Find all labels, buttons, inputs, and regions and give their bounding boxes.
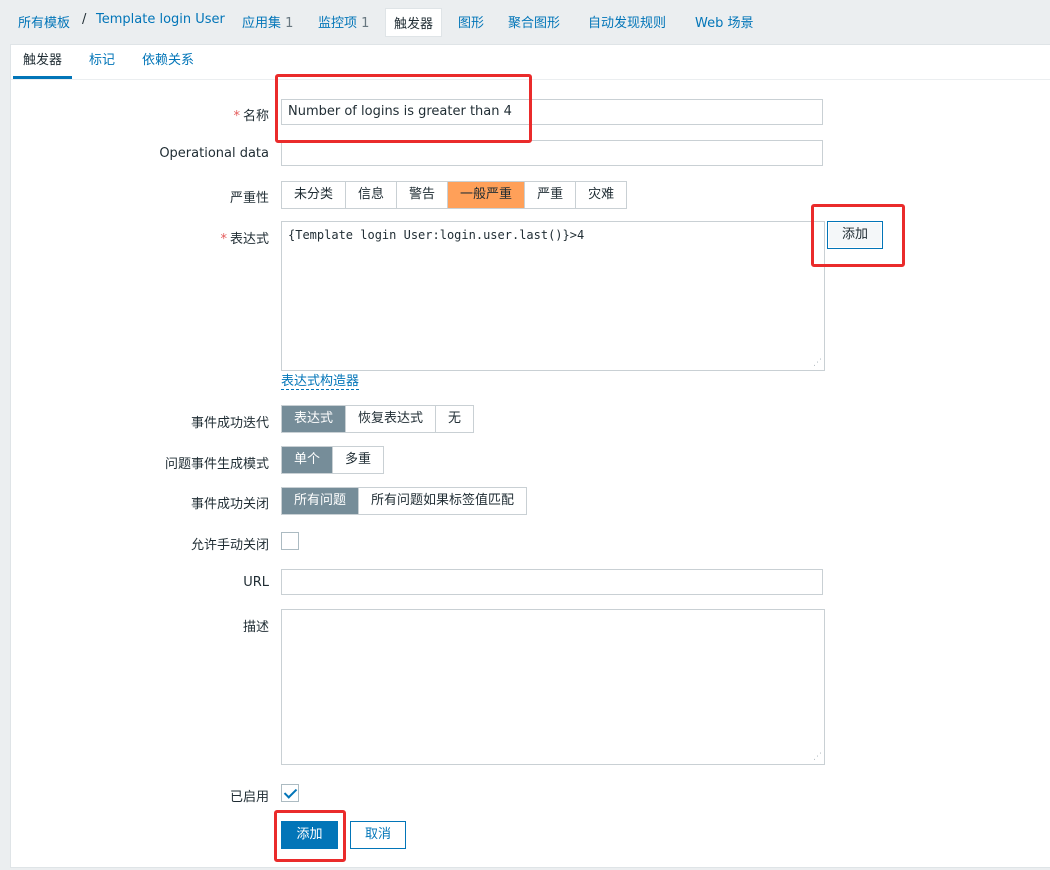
nav-items-label: 监控项	[318, 16, 358, 31]
enabled-label: 已启用	[229, 790, 269, 805]
expression-add-button[interactable]: 添加	[827, 221, 883, 249]
opdata-input[interactable]	[281, 140, 823, 166]
nav-graphs[interactable]: 图形	[458, 12, 484, 31]
nav-applications-count: 1	[285, 16, 294, 31]
severity-high[interactable]: 严重	[525, 182, 577, 208]
problem-mode-label: 问题事件生成模式	[164, 457, 269, 472]
severity-selector: 未分类 信息 警告 一般严重 严重 灾难	[281, 181, 628, 209]
breadcrumb-separator: /	[82, 12, 87, 27]
required-asterisk: *	[233, 109, 240, 124]
tab-trigger[interactable]: 触发器	[13, 45, 73, 79]
nav-items-count: 1	[361, 16, 370, 31]
resize-grip-icon[interactable]: ⋰	[812, 752, 822, 762]
add-button[interactable]: 添加	[281, 821, 338, 849]
nav-applications-label: 应用集	[242, 16, 282, 31]
resize-grip-icon[interactable]: ⋰	[812, 358, 822, 368]
expression-label: * 表达式	[220, 228, 269, 247]
expression-constructor-link[interactable]: 表达式构造器	[281, 375, 360, 390]
trigger-form-panel: 触发器 标记 依赖关系 * 名称 Number of logins is grea…	[10, 44, 1050, 868]
breadcrumb-all-templates[interactable]: 所有模板	[18, 12, 70, 31]
breadcrumb: 所有模板 / Template login User 应用集 1 监控项 1 触…	[0, 0, 1050, 44]
ok-event-expression[interactable]: 表达式	[282, 406, 347, 432]
expression-textarea[interactable]: {Template login User:login.user.last()}>…	[281, 221, 825, 371]
severity-disaster[interactable]: 灾难	[576, 182, 626, 208]
name-label: * 名称	[233, 105, 269, 124]
severity-not-classified[interactable]: 未分类	[282, 182, 347, 208]
nav-discovery-rules[interactable]: 自动发现规则	[588, 12, 666, 31]
nav-web-scenarios[interactable]: Web 场景	[695, 12, 753, 31]
ok-event-none[interactable]: 无	[436, 406, 473, 432]
enabled-checkbox[interactable]	[281, 784, 299, 802]
manual-close-label: 允许手动关闭	[190, 538, 269, 553]
tab-tags[interactable]: 标记	[79, 45, 125, 77]
severity-warning[interactable]: 警告	[397, 182, 449, 208]
problem-mode-multiple[interactable]: 多重	[333, 447, 383, 473]
form-tabs: 触发器 标记 依赖关系	[11, 45, 1050, 80]
manual-close-checkbox[interactable]	[281, 532, 299, 550]
ok-event-generation-label: 事件成功迭代	[190, 416, 269, 431]
ok-close-all-problems[interactable]: 所有问题	[282, 488, 360, 514]
ok-close-label: 事件成功关闭	[190, 497, 269, 512]
nav-applications[interactable]: 应用集 1	[242, 12, 293, 31]
url-label: URL	[243, 575, 269, 590]
nav-triggers[interactable]: 触发器	[385, 8, 443, 37]
url-input[interactable]	[281, 569, 823, 595]
nav-screens[interactable]: 聚合图形	[508, 12, 560, 31]
name-input[interactable]: Number of logins is greater than 4	[281, 99, 823, 125]
severity-information[interactable]: 信息	[346, 182, 398, 208]
checkmark-icon	[283, 785, 298, 799]
expression-value: {Template login User:login.user.last()}>…	[288, 228, 585, 242]
ok-close-selector: 所有问题 所有问题如果标签值匹配	[281, 487, 528, 515]
cancel-button[interactable]: 取消	[350, 821, 406, 849]
required-asterisk: *	[220, 232, 227, 247]
description-label: 描述	[242, 620, 269, 635]
name-label-text: 名称	[242, 109, 269, 124]
breadcrumb-template-name[interactable]: Template login User	[96, 12, 225, 27]
expression-label-text: 表达式	[229, 232, 269, 247]
tab-dependencies[interactable]: 依赖关系	[132, 45, 204, 77]
description-textarea[interactable]: ⋰	[281, 609, 825, 765]
problem-mode-single[interactable]: 单个	[282, 447, 334, 473]
problem-mode-selector: 单个 多重	[281, 446, 385, 474]
severity-label: 严重性	[229, 191, 269, 206]
ok-close-tag-match[interactable]: 所有问题如果标签值匹配	[359, 488, 526, 514]
ok-event-generation-selector: 表达式 恢复表达式 无	[281, 405, 475, 433]
opdata-label: Operational data	[159, 146, 269, 161]
ok-event-recovery-expression[interactable]: 恢复表达式	[346, 406, 437, 432]
nav-items[interactable]: 监控项 1	[318, 12, 369, 31]
severity-average[interactable]: 一般严重	[448, 182, 526, 208]
